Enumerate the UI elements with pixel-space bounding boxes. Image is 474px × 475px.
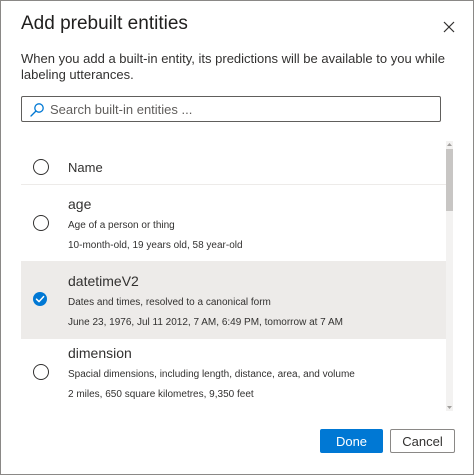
close-button[interactable] <box>439 17 459 37</box>
list-scrollbar[interactable] <box>446 141 453 411</box>
checkmark-icon <box>35 295 45 303</box>
list-item-age[interactable]: age Age of a person or thing 10-month-ol… <box>21 185 446 262</box>
entity-example: June 23, 1976, Jul 11 2012, 7 AM, 6:49 P… <box>68 317 343 328</box>
dialog-description: When you add a built-in entity, its pred… <box>21 51 445 82</box>
entity-example: 2 miles, 650 square kilometres, 9,350 fe… <box>68 389 254 400</box>
search-box[interactable] <box>21 96 441 122</box>
search-icon <box>30 103 44 117</box>
select-all-radio[interactable] <box>33 159 49 175</box>
row-radio[interactable] <box>33 215 49 231</box>
scroll-down-arrow-icon[interactable] <box>446 404 453 411</box>
dialog-title: Add prebuilt entities <box>21 13 188 34</box>
scroll-up-arrow-icon[interactable] <box>446 141 453 148</box>
entity-list: Name age Age of a person or thing 10-mon… <box>21 141 446 411</box>
scroll-thumb[interactable] <box>446 149 453 211</box>
entity-description: Spacial dimensions, including length, di… <box>68 369 355 380</box>
list-header: Name <box>21 149 446 185</box>
add-prebuilt-entities-dialog: Add prebuilt entities When you add a bui… <box>0 0 474 475</box>
row-radio[interactable] <box>33 364 49 380</box>
entity-description: Age of a person or thing <box>68 220 175 231</box>
row-radio-checked[interactable] <box>33 292 47 306</box>
done-button[interactable]: Done <box>320 429 383 453</box>
entity-name: datetimeV2 <box>68 273 139 289</box>
close-icon <box>443 21 455 33</box>
entity-name: age <box>68 196 92 212</box>
list-item-datetimev2[interactable]: datetimeV2 Dates and times, resolved to … <box>21 262 446 339</box>
cancel-button[interactable]: Cancel <box>390 429 455 453</box>
list-item-dimension[interactable]: dimension Spacial dimensions, including … <box>21 339 446 411</box>
entity-example: 10-month-old, 19 years old, 58 year-old <box>68 240 243 251</box>
entity-description: Dates and times, resolved to a canonical… <box>68 297 271 308</box>
entity-name: dimension <box>68 345 132 361</box>
search-input[interactable] <box>50 99 430 119</box>
column-header-name: Name <box>68 160 103 175</box>
